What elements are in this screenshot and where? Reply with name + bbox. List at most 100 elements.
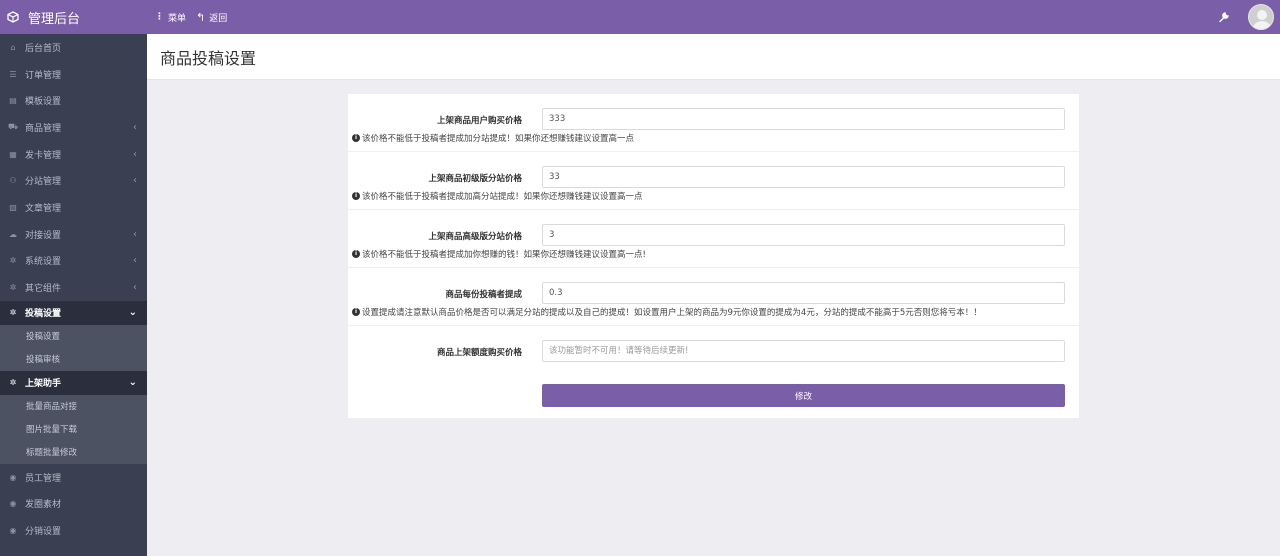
cogs-icon: ✲ (9, 378, 17, 388)
field-label: 上架商品初级版分站价格 (428, 174, 522, 184)
sidebar-item-label: 后台首页 (25, 43, 62, 54)
sidebar-item[interactable]: ▦ 发卡管理 ‹ (0, 141, 147, 168)
user-icon: ◉ (9, 472, 17, 482)
sidebar-item-label: 其它组件 (25, 284, 62, 295)
back-button[interactable]: ↰ 返回 (196, 11, 227, 24)
sidebar-item-label: 员工管理 (25, 473, 62, 484)
avatar[interactable] (1248, 4, 1274, 30)
form-row: 上架商品初级版分站价格 i该价格不能低于投稿者提成加高分站提成！如果你还想赚钱建议… (348, 152, 1079, 210)
form-row: 上架商品高级版分站价格 i该价格不能低于投稿者提成加你想赚的钱！如果你还想赚钱建议… (348, 210, 1079, 268)
sidebar-item-label: 分销设置 (25, 527, 62, 538)
menu-toggle-button[interactable]: ⋮ 菜单 (155, 11, 186, 24)
field-label: 上架商品用户购买价格 (436, 116, 522, 126)
back-label: 返回 (209, 13, 228, 24)
sidebar-item-label: 模板设置 (25, 97, 62, 108)
sitemap-icon: ⚇ (9, 176, 17, 186)
cloud-icon: ☁ (9, 229, 17, 239)
user-icon: ◉ (9, 499, 17, 509)
sidebar-subitem-submission-settings[interactable]: 投稿设置 (0, 325, 147, 348)
help-text-content: 该价格不能低于投稿者提成加你想赚的钱！如果你还想赚钱建议设置高一点! (362, 250, 646, 260)
reply-icon: ↰ (196, 10, 206, 24)
field-label: 商品上架额度购买价格 (436, 348, 522, 358)
settings-form: 上架商品用户购买价格i该价格不能低于投稿者提成加分站提成！如果你还想赚钱建议设置… (348, 94, 1079, 418)
sidebar-item-label: 商品管理 (25, 123, 62, 134)
sidebar-item[interactable]: ◉ 分销设置 (0, 517, 147, 544)
sidebar-subitem-batch-title-edit[interactable]: 标题批量修改 (0, 441, 147, 464)
sidebar-item-label: 系统设置 (25, 257, 62, 268)
info-circle-icon: i (352, 134, 360, 142)
chevron-left-icon: ‹ (133, 255, 137, 267)
help-text-content: 设置提成请注意默认商品价格是否可以满足分站的提成以及自己的提成！如设置用户上架的… (362, 308, 982, 318)
form-row: 商品每份投稿者提成 i设置提成请注意默认商品价格是否可以满足分站的提成以及自己的提… (348, 268, 1079, 326)
sidebar-subitem-submission-review[interactable]: 投稿审核 (0, 348, 147, 371)
chevron-left-icon: ‹ (133, 148, 137, 160)
cogs-icon: ✲ (9, 308, 17, 318)
top-bar: 管理后台 ⋮ 菜单 ↰ 返回 (0, 0, 1280, 34)
chevron-down-icon: ⌄ (128, 307, 137, 319)
price-input[interactable] (542, 108, 1065, 130)
info-circle-icon: i (352, 308, 360, 316)
sidebar-item[interactable]: ✲ 系统设置 ‹ (0, 248, 147, 275)
submission-submenu: 投稿设置 投稿审核 (0, 324, 147, 371)
cube-icon (7, 11, 19, 23)
brand[interactable]: 管理后台 (0, 0, 147, 34)
chevron-down-icon: ⌄ (128, 377, 137, 389)
cart-icon: ⛟ (8, 122, 19, 132)
sidebar-item-label: 上架助手 (25, 379, 62, 390)
article-icon: ▧ (9, 202, 17, 212)
submit-button[interactable]: 修改 (542, 384, 1065, 407)
info-circle-icon: i (352, 192, 360, 200)
price-input[interactable] (542, 224, 1065, 246)
sidebar-item[interactable]: ⚇ 分站管理 ‹ (0, 167, 147, 194)
chevron-left-icon: ‹ (133, 228, 137, 240)
field-label: 上架商品高级版分站价格 (428, 232, 522, 242)
form-row: 上架商品用户购买价格 i该价格不能低于投稿者提成加分站提成！如果你还想赚钱建议设置… (348, 94, 1079, 152)
sidebar-item[interactable]: ☰ 订单管理 (0, 61, 147, 88)
grid-icon: ▦ (9, 149, 17, 159)
quota-price-input[interactable] (542, 340, 1065, 362)
price-input[interactable] (542, 282, 1065, 304)
price-input[interactable] (542, 166, 1065, 188)
form-row: 商品上架额度购买价格 (348, 326, 1079, 372)
sidebar-item-label: 投稿设置 (25, 309, 62, 320)
sidebar-group-submission[interactable]: ✲ 投稿设置 ⌄ (0, 300, 147, 325)
sidebar-item[interactable]: ⛟ 商品管理 ‹ (0, 114, 147, 141)
page-title: 商品投稿设置 (147, 34, 1280, 80)
sidebar-item-label: 发圈素材 (25, 500, 62, 511)
help-text: i 该价格不能低于投稿者提成加高分站提成！如果你还想赚钱建议设置高一点 (352, 190, 643, 202)
wrench-icon[interactable] (1218, 11, 1230, 23)
sidebar: ⌂ 后台首页 ☰ 订单管理 ▤ 模板设置 ⛟ 商品管理 ‹ ▦ 发卡管理 ‹ ⚇ 分站管理 ‹ ▧ 文章管理 ☁ 对… (0, 34, 147, 556)
sidebar-subitem-batch-dock[interactable]: 批量商品对接 (0, 395, 147, 418)
sidebar-item-label: 文章管理 (25, 203, 62, 214)
help-text-content: 该价格不能低于投稿者提成加分站提成！如果你还想赚钱建议设置高一点 (362, 134, 635, 144)
help-text: i 设置提成请注意默认商品价格是否可以满足分站的提成以及自己的提成！如设置用户上架… (352, 306, 982, 318)
sidebar-group-listing-assistant[interactable]: ✲ 上架助手 ⌄ (0, 370, 147, 395)
help-text: i 该价格不能低于投稿者提成加你想赚的钱！如果你还想赚钱建议设置高一点! (352, 248, 646, 260)
list-icon: ☰ (9, 69, 17, 79)
chevron-left-icon: ‹ (133, 121, 137, 133)
listing-submenu: 批量商品对接 图片批量下载 标题批量修改 (0, 394, 147, 464)
menu-icon: ⋮ (155, 12, 164, 22)
sidebar-item-label: 对接设置 (25, 230, 62, 241)
sidebar-subitem-batch-image-download[interactable]: 图片批量下载 (0, 418, 147, 441)
sidebar-item[interactable]: ⌂ 后台首页 (0, 34, 147, 61)
sidebar-item[interactable]: ◉ 员工管理 (0, 464, 147, 491)
gear-icon: ✲ (9, 256, 17, 266)
user-icon: ◉ (9, 526, 17, 536)
help-text-content: 该价格不能低于投稿者提成加高分站提成！如果你还想赚钱建议设置高一点 (362, 192, 643, 202)
home-icon: ⌂ (10, 42, 16, 52)
sidebar-item-label: 分站管理 (25, 177, 62, 188)
menu-label: 菜单 (168, 13, 187, 24)
sidebar-item[interactable]: ▧ 文章管理 (0, 194, 147, 221)
sidebar-item[interactable]: ✲ 其它组件 ‹ (0, 274, 147, 301)
app-title: 管理后台 (28, 11, 81, 27)
sidebar-item[interactable]: ▤ 模板设置 (0, 87, 147, 114)
help-text: i 该价格不能低于投稿者提成加分站提成！如果你还想赚钱建议设置高一点 (352, 132, 634, 144)
sidebar-item-label: 发卡管理 (25, 150, 62, 161)
field-label: 商品每份投稿者提成 (445, 290, 522, 300)
chevron-left-icon: ‹ (133, 175, 137, 187)
chevron-left-icon: ‹ (133, 282, 137, 294)
cogs-icon: ✲ (9, 283, 17, 293)
sidebar-item[interactable]: ◉ 发圈素材 (0, 491, 147, 518)
sidebar-item[interactable]: ☁ 对接设置 ‹ (0, 221, 147, 248)
